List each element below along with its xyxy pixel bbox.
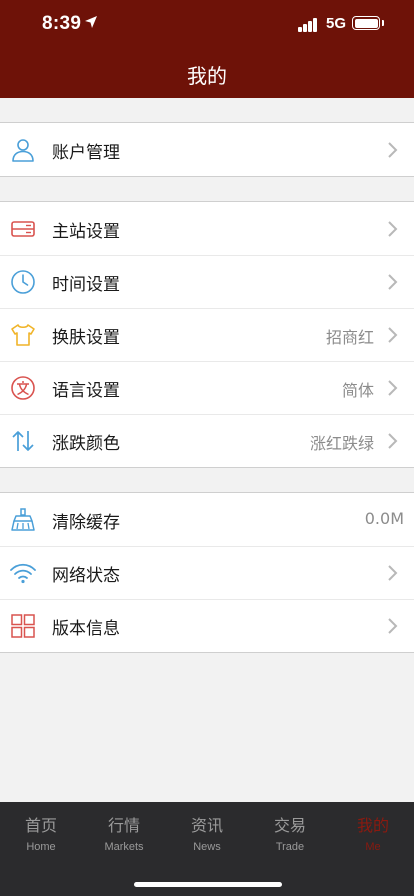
chevron-right-icon (388, 221, 398, 237)
settings-row-label: 清除缓存 (52, 513, 120, 533)
up-down-arrows-icon (12, 431, 34, 451)
settings-row-label: 主站设置 (52, 222, 120, 242)
chevron-right-icon (388, 380, 398, 396)
tab-sublabel: News (193, 841, 221, 853)
nav-bar: 我的 (0, 48, 414, 98)
tab-sublabel: Home (26, 841, 56, 853)
tab-trade[interactable]: 交易 Trade (249, 812, 331, 853)
tab-label: 行情 (107, 816, 140, 835)
cache-size-value: 0.0M (364, 509, 404, 528)
tab-label: 我的 (356, 816, 389, 835)
settings-row-network[interactable]: 网络状态 (0, 546, 414, 599)
settings-row-account[interactable]: 账户管理 (0, 123, 414, 176)
tab-news[interactable]: 资讯 News (166, 812, 248, 853)
status-time: 8:39 (42, 13, 82, 34)
settings-row-label: 换肤设置 (52, 328, 120, 348)
chevron-right-icon (388, 618, 398, 634)
tab-label: 交易 (273, 816, 306, 835)
clock-icon (11, 270, 35, 294)
settings-row-language[interactable]: 语言设置 简体 (0, 361, 414, 414)
network-type: 5G (326, 15, 347, 32)
settings-group-general: 主站设置 时间设置 换肤设置 招商红 语言设置 简体 涨跌颜色 涨红跌绿 (0, 201, 414, 468)
settings-group-system: 清除缓存 0.0M 网络状态 版本信息 (0, 492, 414, 653)
grid-icon (11, 614, 35, 638)
settings-list: 账户管理 主站设置 时间设置 换肤设置 招商红 语言设置 简体 涨跌颜色 涨红跌… (0, 98, 414, 653)
settings-row-skin[interactable]: 换肤设置 招商红 (0, 308, 414, 361)
tab-markets[interactable]: 行情 Markets (83, 812, 165, 853)
settings-group-account: 账户管理 (0, 122, 414, 177)
tab-me[interactable]: 我的 Me (332, 812, 414, 853)
status-bar: 8:39 5G (0, 0, 414, 48)
settings-row-label: 版本信息 (52, 619, 120, 639)
wifi-icon (10, 563, 36, 584)
tab-sublabel: Trade (275, 841, 305, 853)
settings-row-version[interactable]: 版本信息 (0, 599, 414, 652)
settings-row-value: 招商红 (325, 328, 374, 347)
settings-row-label: 账户管理 (52, 143, 120, 163)
settings-row-server[interactable]: 主站设置 (0, 202, 414, 255)
tab-label: 资讯 (190, 816, 223, 835)
settings-row-up-down-color[interactable]: 涨跌颜色 涨红跌绿 (0, 414, 414, 467)
language-icon (11, 376, 35, 400)
settings-row-clear-cache[interactable]: 清除缓存 0.0M (0, 493, 414, 546)
tab-label: 首页 (24, 816, 57, 835)
settings-row-value: 简体 (341, 381, 374, 400)
chevron-right-icon (388, 327, 398, 343)
signal-icon (298, 18, 318, 32)
broom-icon (11, 508, 35, 531)
home-indicator[interactable] (134, 882, 282, 887)
chevron-right-icon (388, 274, 398, 290)
settings-row-time[interactable]: 时间设置 (0, 255, 414, 308)
settings-row-value: 涨红跌绿 (309, 434, 374, 453)
chevron-right-icon (388, 565, 398, 581)
battery-icon (352, 16, 380, 30)
shirt-icon (11, 324, 35, 346)
page-title: 我的 (187, 64, 227, 88)
server-icon (11, 221, 35, 237)
location-arrow-icon (85, 16, 97, 28)
tab-sublabel: Me (365, 841, 381, 853)
chevron-right-icon (388, 433, 398, 449)
tab-home[interactable]: 首页 Home (0, 812, 82, 853)
settings-row-label: 涨跌颜色 (52, 434, 120, 454)
settings-row-label: 网络状态 (52, 566, 120, 586)
settings-row-label: 语言设置 (52, 381, 120, 401)
person-icon (12, 139, 34, 162)
chevron-right-icon (388, 142, 398, 158)
tab-sublabel: Markets (104, 841, 144, 853)
settings-row-label: 时间设置 (52, 275, 120, 295)
